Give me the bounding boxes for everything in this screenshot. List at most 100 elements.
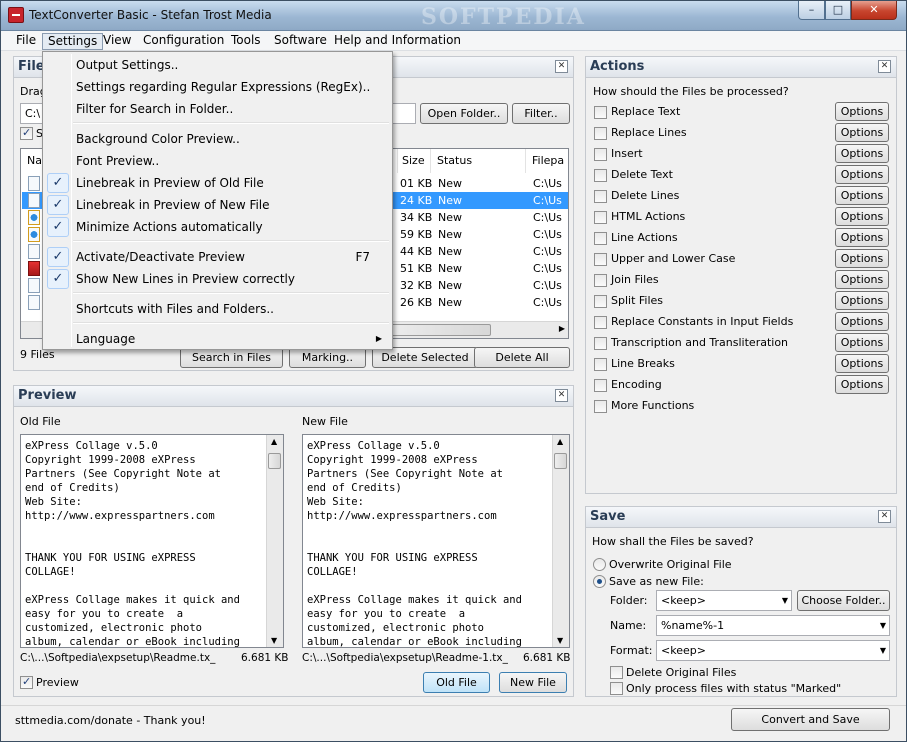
settings-menu-item[interactable]: ✓ Linebreak in Preview of New File <box>45 194 390 216</box>
scroll-right-icon[interactable]: ▶ <box>559 324 565 333</box>
save-panel-close-icon[interactable]: ✕ <box>878 510 891 523</box>
action-checkbox[interactable] <box>594 274 607 287</box>
settings-menu-item[interactable]: Filter for Search in Folder.. <box>45 98 390 120</box>
name-combo[interactable]: %name%-1 ▼ <box>656 615 890 636</box>
action-options-button[interactable]: Options <box>835 333 889 352</box>
action-checkbox[interactable] <box>594 148 607 161</box>
old-preview-scroll-thumb[interactable] <box>268 453 281 469</box>
overwrite-radio[interactable] <box>593 558 606 571</box>
settings-menu-item[interactable]: Language ▶ <box>45 328 390 350</box>
action-checkbox[interactable] <box>594 400 607 413</box>
action-options-button[interactable]: Options <box>835 228 889 247</box>
open-folder-button[interactable]: Open Folder.. <box>420 103 508 124</box>
scroll-down-icon[interactable]: ▼ <box>271 636 277 645</box>
folder-combo[interactable]: <keep> ▼ <box>656 590 792 611</box>
file-list-hscroll-thumb[interactable] <box>381 324 491 336</box>
settings-menu-item[interactable]: ✓ Linebreak in Preview of Old File <box>45 172 390 194</box>
settings-menu-item[interactable]: Output Settings.. <box>45 54 390 76</box>
settings-menu-item[interactable]: ✓ Show New Lines in Preview correctly <box>45 268 390 290</box>
scroll-down-icon[interactable]: ▼ <box>557 636 563 645</box>
files-panel-close-icon[interactable]: ✕ <box>555 60 568 73</box>
action-row[interactable]: Transcription and Transliteration Options <box>594 333 890 354</box>
search-in-files-button[interactable]: Search in Files <box>180 347 283 368</box>
action-row[interactable]: Line Actions Options <box>594 228 890 249</box>
maximize-button[interactable]: □ <box>825 1 851 20</box>
action-checkbox[interactable] <box>594 169 607 182</box>
action-row[interactable]: Upper and Lower Case Options <box>594 249 890 270</box>
chevron-down-icon[interactable]: ▼ <box>880 641 886 660</box>
action-row[interactable]: More Functions <box>594 396 890 417</box>
title-bar[interactable]: TextConverter Basic - Stefan Trost Media… <box>1 1 906 31</box>
action-options-button[interactable]: Options <box>835 270 889 289</box>
action-checkbox[interactable] <box>594 190 607 203</box>
settings-menu-item[interactable]: Background Color Preview.. <box>45 128 390 150</box>
choose-folder-button[interactable]: Choose Folder.. <box>797 590 890 611</box>
new-preview-scroll-thumb[interactable] <box>554 453 567 469</box>
action-row[interactable]: Delete Text Options <box>594 165 890 186</box>
action-row[interactable]: Split Files Options <box>594 291 890 312</box>
action-row[interactable]: Replace Text Options <box>594 102 890 123</box>
column-header-size[interactable]: Size <box>398 149 431 173</box>
action-checkbox[interactable] <box>594 232 607 245</box>
action-checkbox[interactable] <box>594 295 607 308</box>
action-options-button[interactable]: Options <box>835 249 889 268</box>
action-checkbox[interactable] <box>594 253 607 266</box>
menu-software[interactable]: Software <box>269 33 332 50</box>
action-checkbox[interactable] <box>594 358 607 371</box>
action-options-button[interactable]: Options <box>835 312 889 331</box>
menu-tools[interactable]: Tools <box>226 33 266 50</box>
preview-panel-close-icon[interactable]: ✕ <box>555 389 568 402</box>
chevron-down-icon[interactable]: ▼ <box>782 591 788 610</box>
settings-menu-item[interactable]: Font Preview.. <box>45 150 390 172</box>
column-header-status[interactable]: Status <box>431 149 526 173</box>
action-options-button[interactable]: Options <box>835 102 889 121</box>
scroll-up-icon[interactable]: ▲ <box>557 437 563 446</box>
column-header-filepath[interactable]: Filepa <box>526 149 568 173</box>
action-row[interactable]: Insert Options <box>594 144 890 165</box>
menu-help[interactable]: Help and Information <box>329 33 466 50</box>
action-checkbox[interactable] <box>594 337 607 350</box>
filter-button[interactable]: Filter.. <box>512 103 570 124</box>
action-options-button[interactable]: Options <box>835 165 889 184</box>
action-checkbox[interactable] <box>594 211 607 224</box>
app-icon[interactable] <box>8 7 24 23</box>
marking-button[interactable]: Marking.. <box>289 347 366 368</box>
close-window-button[interactable]: ✕ <box>851 1 897 20</box>
settings-menu-item[interactable]: Shortcuts with Files and Folders.. <box>45 298 390 320</box>
action-row[interactable]: HTML Actions Options <box>594 207 890 228</box>
settings-menu-item[interactable]: ✓ Minimize Actions automatically <box>45 216 390 238</box>
action-checkbox[interactable] <box>594 106 607 119</box>
save-new-radio[interactable] <box>593 575 606 588</box>
delete-selected-button[interactable]: Delete Selected <box>372 347 478 368</box>
action-row[interactable]: Join Files Options <box>594 270 890 291</box>
menu-configuration[interactable]: Configuration <box>138 33 229 50</box>
preview-checkbox[interactable] <box>20 675 33 689</box>
old-preview-vscrollbar[interactable]: ▲ ▼ <box>266 435 283 647</box>
action-row[interactable]: Replace Constants in Input Fields Options <box>594 312 890 333</box>
settings-menu-item[interactable]: Settings regarding Regular Expressions (… <box>45 76 390 98</box>
action-checkbox[interactable] <box>594 379 607 392</box>
convert-and-save-button[interactable]: Convert and Save <box>731 708 890 731</box>
chevron-down-icon[interactable]: ▼ <box>880 616 886 635</box>
action-row[interactable]: Encoding Options <box>594 375 890 396</box>
new-file-preview[interactable]: eXPress Collage v.5.0 Copyright 1999-200… <box>302 434 570 648</box>
scroll-up-icon[interactable]: ▲ <box>271 437 277 446</box>
settings-menu-item[interactable]: ✓ Activate/Deactivate Preview F7 <box>45 246 390 268</box>
action-checkbox[interactable] <box>594 127 607 140</box>
action-checkbox[interactable] <box>594 316 607 329</box>
action-row[interactable]: Line Breaks Options <box>594 354 890 375</box>
menu-settings[interactable]: Settings <box>42 33 104 50</box>
action-options-button[interactable]: Options <box>835 375 889 394</box>
subfolders-checkbox[interactable] <box>20 126 33 140</box>
action-options-button[interactable]: Options <box>835 144 889 163</box>
action-options-button[interactable]: Options <box>835 207 889 226</box>
only-marked-checkbox[interactable] <box>610 682 623 695</box>
action-options-button[interactable]: Options <box>835 123 889 142</box>
actions-panel-close-icon[interactable]: ✕ <box>878 60 891 73</box>
action-options-button[interactable]: Options <box>835 354 889 373</box>
action-row[interactable]: Replace Lines Options <box>594 123 890 144</box>
action-options-button[interactable]: Options <box>835 186 889 205</box>
menu-file[interactable]: File <box>11 33 41 50</box>
action-options-button[interactable]: Options <box>835 291 889 310</box>
new-file-button[interactable]: New File <box>499 672 567 693</box>
